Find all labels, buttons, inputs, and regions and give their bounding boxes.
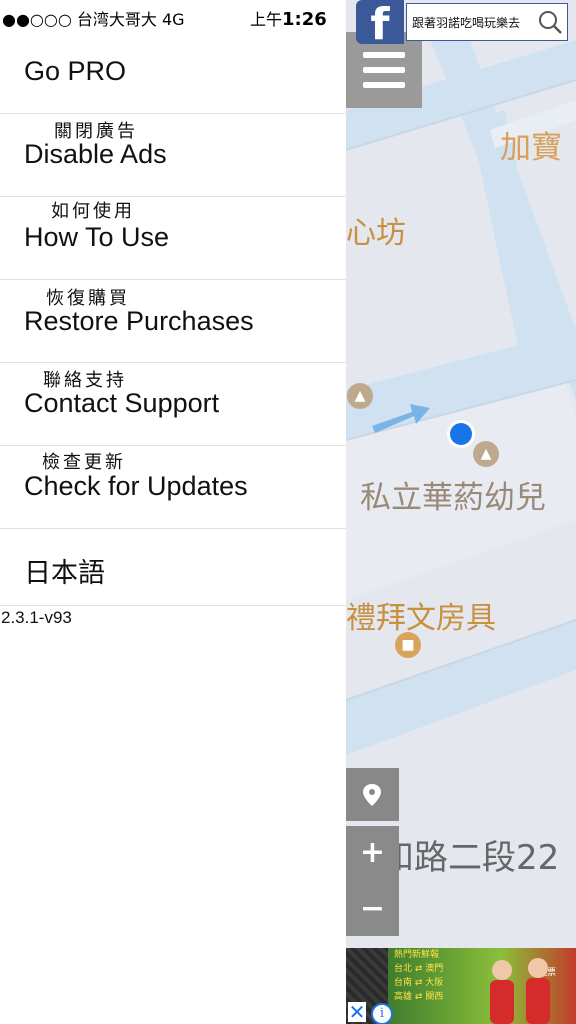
ad-info-icon[interactable]: i <box>371 1003 393 1024</box>
ad-people-image <box>490 958 550 1024</box>
carrier-signal: ●●○○○ 台湾大哥大 4G <box>2 10 185 29</box>
menu-item-how-to-use[interactable]: 如何使用 How To Use <box>0 197 346 280</box>
map-place-label: 心坊 <box>346 216 406 251</box>
version-text: 2.3.1-v93 <box>1 608 72 627</box>
ad-text: 台北 ⇄ 澳門 <box>394 964 444 974</box>
menu-item-check-updates[interactable]: 檢查更新 Check for Updates <box>0 446 346 529</box>
menu-item-disable-ads[interactable]: 關閉廣告 Disable Ads <box>0 114 346 197</box>
map-place-label: 私立華葯幼兒 <box>360 480 546 516</box>
ad-text: 熱門新鮮報 <box>394 950 440 960</box>
facebook-icon[interactable]: f <box>356 0 404 50</box>
menu-item-sublabel: 如何使用 <box>51 201 135 222</box>
school-icon[interactable]: ▲ <box>473 441 499 467</box>
menu-item-restore-purchases[interactable]: 恢復購買 Restore Purchases <box>0 280 346 363</box>
map-place-label: 禮拜文房具 <box>346 601 496 636</box>
status-bar: ●●○○○ 台湾大哥大 4G 上午1:26 <box>0 0 346 32</box>
ad-image: 熱門新鮮報 台北 ⇄ 澳門 台南 ⇄ 大阪 高雄 ⇄ 關西 機票 <box>388 948 576 1024</box>
locate-button[interactable] <box>346 768 399 821</box>
menu-item-go-pro[interactable]: Go PRO <box>0 32 346 114</box>
menu-item-label: Go PRO <box>24 56 127 86</box>
menu-item-contact-support[interactable]: 聯絡支持 Contact Support <box>0 363 346 446</box>
clock: 上午1:26 <box>250 6 327 30</box>
map-place-label: 加寶 <box>500 130 562 166</box>
menu-item-japanese[interactable]: 日本語 <box>0 529 346 606</box>
menu-item-label: Disable Ads <box>24 139 167 169</box>
facebook-search-bar: f 跟著羽諾吃喝玩樂去 <box>356 0 570 50</box>
facebook-search-field[interactable]: 跟著羽諾吃喝玩樂去 <box>406 3 568 41</box>
side-menu-drawer: ●●○○○ 台湾大哥大 4G 上午1:26 Go PRO 關閉廣告 Disabl… <box>0 0 346 1024</box>
ad-text: 台南 ⇄ 大阪 <box>394 978 444 988</box>
clock-period: 上午 <box>250 10 283 29</box>
menu-item-label: Check for Updates <box>24 471 248 501</box>
shop-icon[interactable]: ■ <box>395 632 421 658</box>
ad-close-button[interactable]: ✕ <box>348 1002 366 1022</box>
clock-time: 1:26 <box>282 9 327 30</box>
facebook-search-text: 跟著羽諾吃喝玩樂去 <box>412 16 521 30</box>
ad-text: 高雄 ⇄ 關西 <box>394 992 444 1002</box>
search-icon[interactable] <box>537 9 563 35</box>
menu-item-label: Contact Support <box>24 388 220 418</box>
zoom-controls: + − <box>346 826 399 936</box>
zoom-out-button[interactable]: − <box>346 882 399 935</box>
menu-item-label: How To Use <box>24 222 170 252</box>
location-pin-icon <box>363 784 381 806</box>
zoom-in-button[interactable]: + <box>346 826 399 879</box>
school-icon[interactable]: ▲ <box>347 383 373 409</box>
menu-item-label: Restore Purchases <box>24 306 254 336</box>
menu-item-label: 日本語 <box>24 558 105 589</box>
